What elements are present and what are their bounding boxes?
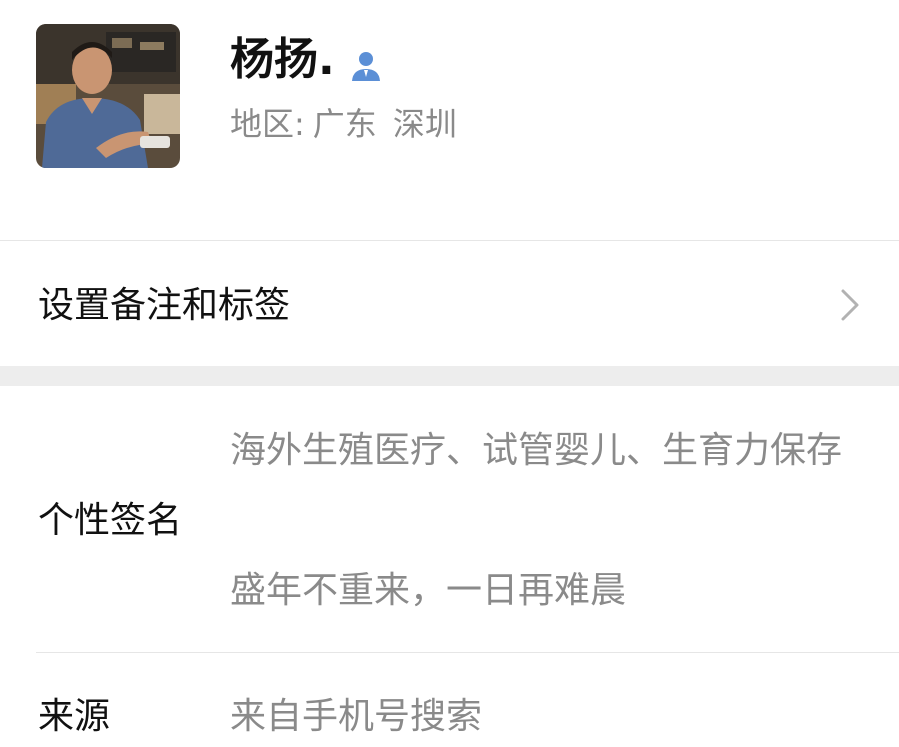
person-icon	[347, 41, 385, 81]
region-province: 广东	[312, 105, 377, 143]
contact-profile-page: 杨扬. 地区: 广东 深圳 设置备注和标签 个性签名 海外生殖医疗、试管婴儿、生育力…	[0, 0, 899, 747]
contact-name-row: 杨扬.	[230, 30, 385, 90]
avatar[interactable]	[36, 24, 180, 168]
avatar-photo	[36, 24, 180, 168]
region-label: 地区:	[230, 105, 305, 143]
profile-header: 杨扬. 地区: 广东 深圳	[0, 0, 899, 240]
signature-label: 个性签名	[38, 500, 183, 541]
region-city: 深圳	[392, 105, 457, 143]
set-remark-and-tags-row[interactable]: 设置备注和标签	[0, 241, 899, 366]
region-row: 地区: 广东 深圳	[230, 102, 457, 146]
divider	[36, 652, 899, 653]
section-separator	[0, 366, 899, 386]
chevron-right-icon	[837, 287, 863, 323]
signature-text-line1: 海外生殖医疗、试管婴儿、生育力保存	[230, 430, 843, 471]
source-value: 来自手机号搜索	[230, 696, 483, 737]
signature-text-line2: 盛年不重来，一日再难晨	[230, 570, 627, 611]
remark-label: 设置备注和标签	[38, 285, 291, 326]
contact-name: 杨扬.	[230, 34, 335, 85]
source-label: 来源	[38, 696, 111, 737]
